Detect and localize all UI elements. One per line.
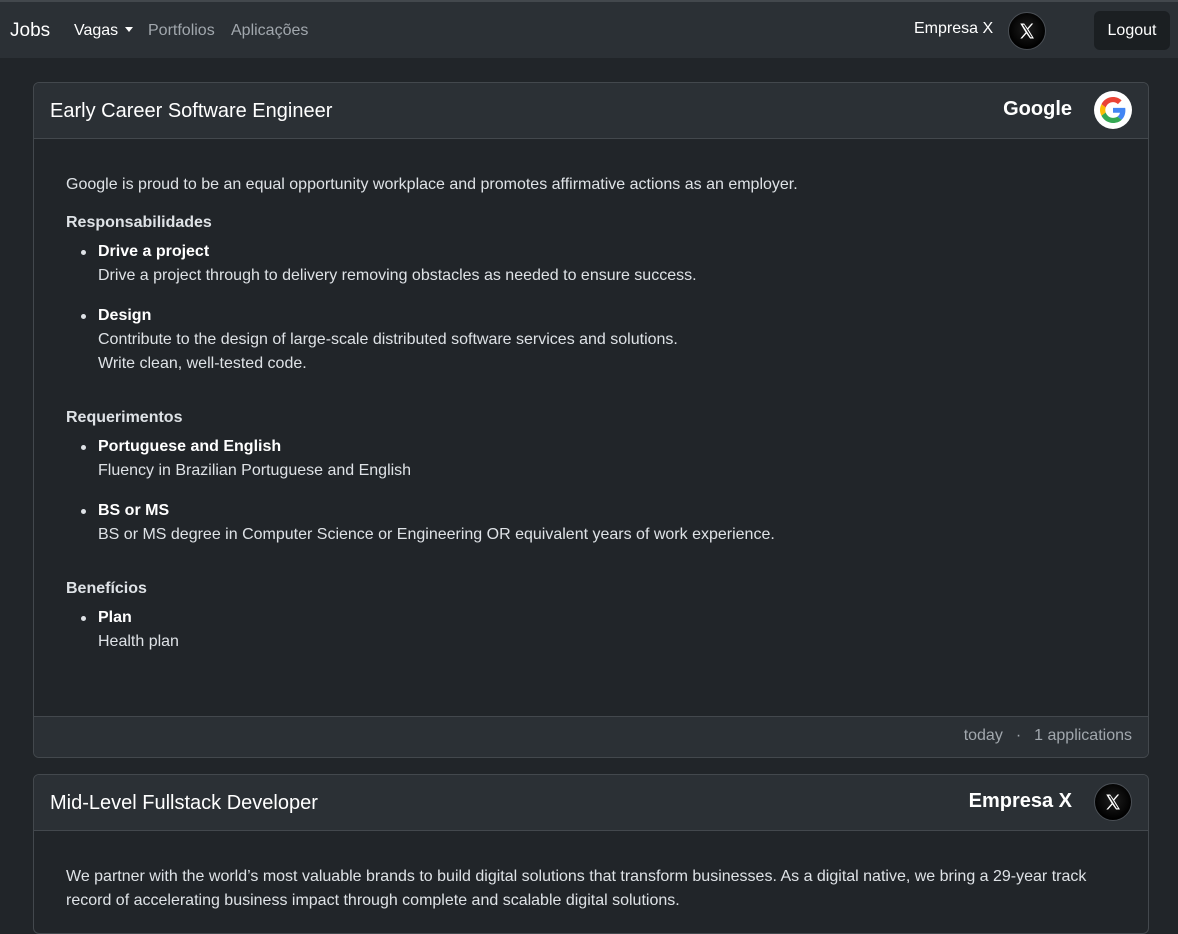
job-card: Early Career Software Engineer Google Go… xyxy=(33,82,1149,758)
company-avatar[interactable] xyxy=(1008,12,1046,50)
nav-aplicacoes-link[interactable]: Aplicações xyxy=(231,22,308,40)
item-title: Design xyxy=(98,307,152,324)
job-card: Mid-Level Fullstack Developer Empresa X … xyxy=(33,774,1149,934)
caret-down-icon xyxy=(125,27,134,32)
item-text: Write clean, well-tested code. xyxy=(98,355,307,372)
google-logo-icon xyxy=(1100,97,1126,123)
separator-dot: · xyxy=(1015,727,1022,744)
job-title[interactable]: Mid-Level Fullstack Developer xyxy=(50,792,318,815)
company-logo xyxy=(1094,783,1132,821)
item-text: Contribute to the design of large-scale … xyxy=(98,331,678,348)
list-item: Design Contribute to the design of large… xyxy=(66,304,1116,376)
list-item: Portuguese and English Fluency in Brazil… xyxy=(66,435,1116,483)
company-logo xyxy=(1094,91,1132,129)
job-description: Google is proud to be an equal opportuni… xyxy=(66,176,798,193)
job-company-name: Empresa X xyxy=(968,790,1072,812)
nav-portfolios-link[interactable]: Portfolios xyxy=(148,22,215,40)
job-card-header: Mid-Level Fullstack Developer Empresa X xyxy=(34,775,1148,831)
top-navbar: Jobs Vagas Portfolios Aplicações Empresa… xyxy=(0,0,1178,58)
job-description: We partner with the world’s most valuabl… xyxy=(66,868,1087,909)
responsibilities-list: Drive a project Drive a project through … xyxy=(66,240,1116,376)
item-text: Fluency in Brazilian Portuguese and Engl… xyxy=(98,462,412,479)
item-text: Drive a project through to delivery remo… xyxy=(98,267,697,284)
job-card-header: Early Career Software Engineer Google xyxy=(34,83,1148,139)
benefits-heading: Benefícios xyxy=(66,580,147,597)
item-title: Drive a project xyxy=(98,243,210,260)
responsibilities-heading: Responsabilidades xyxy=(66,214,212,231)
list-item: Drive a project Drive a project through … xyxy=(66,240,1116,288)
item-text: Health plan xyxy=(98,633,179,650)
requirements-list: Portuguese and English Fluency in Brazil… xyxy=(66,435,1116,547)
brand-logo[interactable]: Jobs xyxy=(10,20,50,42)
posted-date: today xyxy=(963,727,1003,744)
item-title: Portuguese and English xyxy=(98,438,282,455)
x-logo-icon xyxy=(1020,23,1034,39)
job-title[interactable]: Early Career Software Engineer xyxy=(50,100,332,123)
list-item: Plan Health plan xyxy=(66,606,1116,654)
job-company-name: Google xyxy=(1003,98,1072,120)
logout-button[interactable]: Logout xyxy=(1094,11,1170,50)
job-card-footer: today · 1 applications xyxy=(34,716,1148,757)
benefits-list: Plan Health plan xyxy=(66,606,1116,654)
job-card-body: We partner with the world’s most valuabl… xyxy=(34,831,1148,913)
job-card-body: Google is proud to be an equal opportuni… xyxy=(34,139,1148,654)
job-meta: today · 1 applications xyxy=(964,727,1132,745)
x-logo-icon xyxy=(1106,794,1120,810)
current-company-name: Empresa X xyxy=(914,20,994,37)
applications-count[interactable]: 1 applications xyxy=(1034,727,1132,744)
item-title: Plan xyxy=(98,609,132,626)
item-text: BS or MS degree in Computer Science or E… xyxy=(98,526,775,543)
requirements-heading: Requerimentos xyxy=(66,409,183,426)
nav-vagas-dropdown[interactable]: Vagas xyxy=(74,22,134,40)
item-title: BS or MS xyxy=(98,502,170,519)
list-item: BS or MS BS or MS degree in Computer Sci… xyxy=(66,499,1116,547)
nav-vagas-label: Vagas xyxy=(74,22,119,39)
